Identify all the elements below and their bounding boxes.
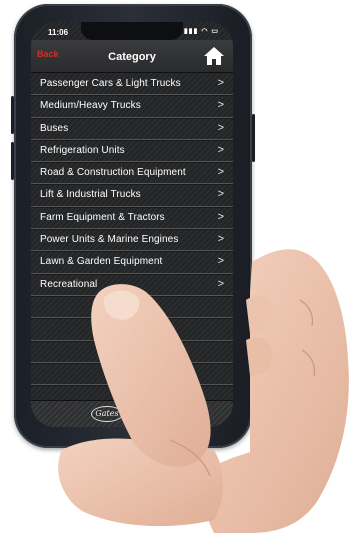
list-item-label: Buses [40,122,69,134]
chevron-right-icon: > [217,121,224,134]
list-item-label: Recreational [40,278,98,290]
list-item-label: Refrigeration Units [40,144,125,156]
chevron-right-icon: > [217,166,224,179]
list-item[interactable]: Lift & Industrial Trucks > [31,184,233,207]
empty-row [31,296,233,319]
list-item[interactable]: Medium/Heavy Trucks > [31,95,233,118]
list-item-label: Farm Equipment & Tractors [40,211,165,223]
gates-logo: Gates [91,406,123,422]
list-item-label: Lawn & Garden Equipment [40,256,163,268]
list-item-label: Road & Construction Equipment [40,167,186,179]
footer-bar: Gates NAVIGATES [31,400,233,427]
status-time: 11:06 [48,28,69,37]
home-icon[interactable] [203,45,225,67]
crease [301,349,316,377]
chevron-right-icon: > [217,255,224,268]
chevron-right-icon: > [217,188,224,201]
chevron-right-icon: > [217,143,224,156]
thumb-base [58,438,223,527]
crease [299,299,314,327]
category-list: Passenger Cars & Light Trucks > Medium/H… [31,73,233,408]
list-item[interactable]: Road & Construction Equipment > [31,162,233,185]
chevron-right-icon: > [217,210,224,223]
phone-notch [81,22,183,40]
chevron-right-icon: > [217,77,224,89]
list-item[interactable]: Refrigeration Units > [31,140,233,163]
list-item[interactable]: Buses > [31,118,233,140]
list-item[interactable]: Power Units & Marine Engines > [31,229,233,252]
list-item-label: Lift & Industrial Trucks [40,189,141,201]
footer-divider [127,406,128,421]
list-item-label: Medium/Heavy Trucks [40,100,141,112]
app-screen: 11:06 ▮▮▮ ◠ ▭ Back Category Passenger Ca… [31,22,233,427]
phone-power-button [252,114,255,162]
phone-side-button [11,96,14,134]
list-item-label: Passenger Cars & Light Trucks [40,78,181,89]
list-item-label: Power Units & Marine Engines [40,234,179,246]
empty-row [31,318,233,341]
signal-wifi-battery-icons: ▮▮▮ ◠ ▭ [183,28,219,35]
empty-row [31,341,233,363]
footer-app-label: NAVIGATES [132,409,175,416]
list-item[interactable]: Farm Equipment & Tractors > [31,207,233,230]
list-item[interactable]: Recreational > [31,274,233,296]
chevron-right-icon: > [217,233,224,246]
empty-row [31,363,233,386]
chevron-right-icon: > [217,99,224,112]
footer-underline [132,419,172,420]
chevron-right-icon: > [217,277,224,290]
list-item[interactable]: Passenger Cars & Light Trucks > [31,73,233,96]
list-item[interactable]: Lawn & Garden Equipment > [31,251,233,274]
phone-side-button [11,142,14,180]
nav-bar: Back Category [31,40,233,73]
